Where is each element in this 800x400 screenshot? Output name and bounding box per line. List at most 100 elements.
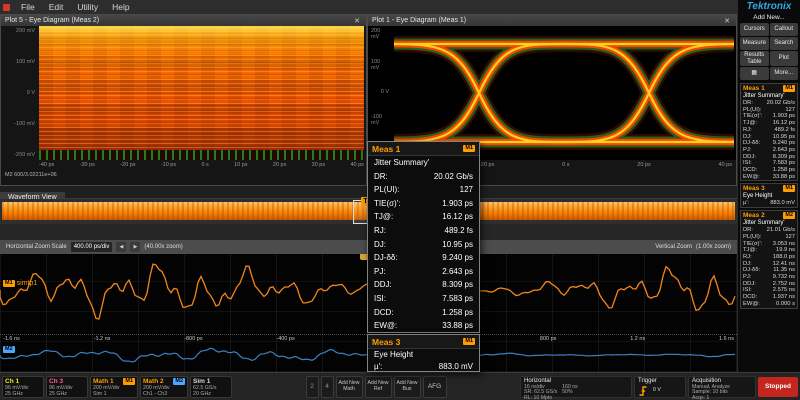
results-sidebar: Tektronix Add New... Cursors Callout Mea… xyxy=(737,0,800,372)
tektronix-logo: Tektronix xyxy=(746,1,792,12)
trigger-panel[interactable]: Trigger 0 V xyxy=(634,375,686,398)
acquisition-panel[interactable]: Acquisition Manual, Analyze Sample: 10 b… xyxy=(688,375,756,400)
horizontal-panel[interactable]: Horizontal 16 ns/div SR: 62.5 GS/s RL: 1… xyxy=(520,375,632,400)
afg-button[interactable]: AFG xyxy=(422,375,447,398)
meas1-badge[interactable]: Meas 1 M1 Jitter Summary' DR: 20.02 Gb/s … xyxy=(740,83,798,182)
math2-trace-label[interactable]: M2 xyxy=(3,346,15,353)
x-tick-label: 20 ps xyxy=(272,162,287,168)
math1-trace-label[interactable]: M1 simtp1 xyxy=(3,280,37,287)
measurement-row: TJ@: 16.12 ps xyxy=(374,212,473,222)
math2-source: Ch1 - Ch3 xyxy=(143,391,168,397)
measurement-row: µ': 883.0 mV xyxy=(374,362,473,371)
horizontal-zoom-factor: (40.00x zoom) xyxy=(144,244,183,250)
menu-item[interactable]: Help xyxy=(105,0,136,14)
plot5-window: Plot 5 - Eye Diagram (Meas 2) ✕ 200 mV 10… xyxy=(0,14,367,186)
meas1-badge-header: Meas 1 M1 xyxy=(741,84,797,93)
x-tick-label: -20 ps xyxy=(479,162,495,168)
callout-button[interactable]: Callout xyxy=(769,23,798,36)
meas1-badge-title: Meas 1 xyxy=(743,85,765,92)
menu-item[interactable]: Utility xyxy=(70,0,105,14)
add-new-math-button[interactable]: Add New Math xyxy=(335,375,363,398)
plot1-close-icon[interactable]: ✕ xyxy=(722,17,732,25)
y-tick-label: 0 V xyxy=(26,90,35,96)
cursors-button[interactable]: Cursors xyxy=(740,23,769,36)
x-tick-label: 20 ps xyxy=(637,162,651,168)
sim1-name: Sim 1 xyxy=(193,377,211,385)
measurement-row: PL(UI): 127 xyxy=(743,233,795,240)
vertical-zoom-factor: (1.00x zoom) xyxy=(695,244,731,250)
results-grid-icon[interactable]: ▦ xyxy=(740,67,769,80)
run-stop-button[interactable]: Stopped xyxy=(758,376,798,397)
horizontal-zoom-scale-value[interactable]: 400.00 ps/div xyxy=(70,242,113,252)
meas2-badge-subtitle: Jitter Summary' xyxy=(743,220,785,227)
zoom-left-icon[interactable]: ◀ xyxy=(116,242,127,252)
oscilloscope-app: File Edit Utility Help Plot 5 - Eye Diagram… xyxy=(0,0,800,400)
math1-chip: M1 xyxy=(3,280,15,287)
time-tick-label: -1.6 ns xyxy=(3,336,20,342)
measurement-row: PJ: 9.732 ns xyxy=(743,274,795,281)
measurement-row: DDJ: 2.752 ns xyxy=(743,280,795,287)
measurement-row: PJ: 2.643 ps xyxy=(374,266,473,276)
meas2-badge[interactable]: Meas 2 M2 Jitter Summary' DR: 21.01 Gb/s … xyxy=(740,210,798,309)
meas3-badge-subtitle: Eye Height xyxy=(743,193,773,200)
plot5-close-icon[interactable]: ✕ xyxy=(352,17,362,25)
vertical-zoom-label: Vertical Zoom xyxy=(655,244,692,250)
plot5-status: M2 600/3.02211e+06 xyxy=(5,172,57,178)
math2-badge[interactable]: Math 2 M2 200 mV/div Ch1 - Ch3 xyxy=(140,375,188,398)
acquisition-count: Acqs: 1 xyxy=(692,395,710,400)
y-tick-label: -100 mV xyxy=(371,113,383,126)
meas3-results-popup[interactable]: Meas 3 M1 Eye Height µ': 883.0 mV xyxy=(367,334,480,372)
math1-source: Sim 1 xyxy=(93,391,107,397)
more-button[interactable]: More... xyxy=(769,67,798,80)
measurement-row: DJ-δδ: 9.240 ps xyxy=(374,253,473,263)
measurement-row: EW@: 0.000 s xyxy=(743,300,795,307)
measurement-row: DCD: 1.258 ps xyxy=(374,307,473,317)
app-icon xyxy=(3,3,10,11)
math1-badge[interactable]: Math 1 M1 200 mV/div Sim 1 xyxy=(90,375,138,398)
menu-item[interactable]: Edit xyxy=(42,0,71,14)
meas3-popup-subtitle: Eye Height xyxy=(374,350,414,359)
meas3-badge[interactable]: Meas 3 M1 Eye Height µ': 883.0 mV xyxy=(740,183,798,209)
add-new-bus-button[interactable]: Add New Bus xyxy=(393,375,421,398)
meas1-source-chip: M1 xyxy=(463,145,475,152)
measurement-row: DR: 20.02 Gb/s xyxy=(743,100,795,106)
eye-diagram-svg xyxy=(394,28,734,158)
results-table-button[interactable]: Results Table xyxy=(740,51,769,66)
measure-button[interactable]: Measure xyxy=(740,37,769,50)
plot-button[interactable]: Plot xyxy=(769,51,798,66)
plot1-title: Plot 1 - Eye Diagram (Meas 1) xyxy=(372,17,467,24)
plot1-title-bar[interactable]: Plot 1 - Eye Diagram (Meas 1) ✕ xyxy=(368,15,736,26)
ch1-name: Ch 1 xyxy=(5,377,20,385)
sim1-bandwidth: 20 GHz xyxy=(193,391,211,397)
zoom-right-icon[interactable]: ▶ xyxy=(130,242,141,252)
ch1-badge[interactable]: Ch 1 96 mV/div 25 GHz xyxy=(2,375,44,398)
menu-items: File Edit Utility Help xyxy=(14,0,137,14)
ch4-off-button[interactable]: 4 xyxy=(320,375,334,398)
edge-trigger-icon xyxy=(639,385,647,396)
time-tick-label: -400 ps xyxy=(276,336,295,342)
ch3-badge[interactable]: Ch 3 96 mV/div 25 GHz xyxy=(46,375,88,398)
meas1-badge-rows: DR: 20.02 Gb/s PL(UI): 127 TIE(σ)': 1.903 p… xyxy=(741,100,797,180)
search-button[interactable]: Search xyxy=(769,37,798,50)
measurement-row: DR: 20.02 Gb/s xyxy=(374,171,473,181)
y-tick-label: -100 mV xyxy=(14,121,35,127)
measurement-row: TIE(σ)': 1.903 ps xyxy=(374,198,473,208)
add-new-ref-button[interactable]: Add New Ref xyxy=(364,375,392,398)
sim1-badge[interactable]: Sim 1 62.5 GS/s 20 GHz xyxy=(190,375,232,398)
measurement-row: DJ-δδ: 11.35 ns xyxy=(743,267,795,274)
meas1-popup-header[interactable]: Meas 1 M1 xyxy=(368,142,479,156)
ch2-off-button[interactable]: 2 xyxy=(305,375,319,398)
plot5-title-bar[interactable]: Plot 5 - Eye Diagram (Meas 2) ✕ xyxy=(1,15,366,26)
menu-item[interactable]: File xyxy=(14,0,42,14)
y-tick-label: 0 V xyxy=(380,89,389,95)
math1-badge-chip: M1 xyxy=(123,377,135,385)
record-length: RL: 10 Mpts xyxy=(524,395,552,400)
measurement-row: DR: 21.01 Gb/s xyxy=(743,227,795,234)
x-tick-label: 40 ps xyxy=(350,162,364,168)
meas3-badge-rows: µ': 883.0 mV xyxy=(741,200,797,207)
measurement-row: EW@: 33.88 ps xyxy=(374,321,473,331)
meas3-popup-header[interactable]: Meas 3 M1 xyxy=(368,335,479,349)
measurement-row: µ': 883.0 mV xyxy=(743,200,795,207)
add-new-label: Add New... xyxy=(753,14,785,21)
meas1-results-popup[interactable]: Meas 1 M1 Jitter Summary' DR: 20.02 Gb/s … xyxy=(367,141,480,333)
